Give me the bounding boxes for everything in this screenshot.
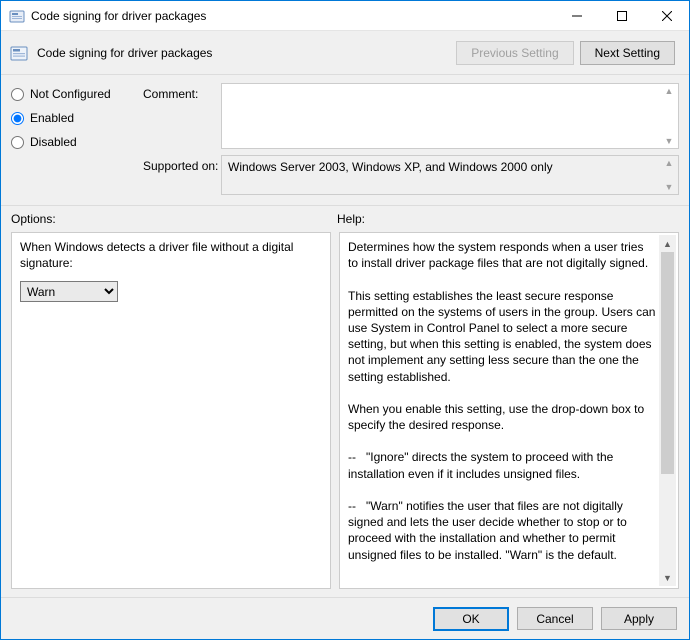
- supported-on-box: Windows Server 2003, Windows XP, and Win…: [221, 155, 679, 195]
- options-section-label: Options:: [11, 212, 337, 226]
- radio-enabled[interactable]: Enabled: [11, 111, 131, 125]
- scroll-down-icon: ▼: [665, 182, 674, 192]
- next-setting-button[interactable]: Next Setting: [580, 41, 675, 65]
- previous-setting-button: Previous Setting: [456, 41, 573, 65]
- comment-label: Comment:: [143, 83, 221, 101]
- help-panel: Determines how the system responds when …: [339, 232, 679, 589]
- titlebar: Code signing for driver packages: [1, 1, 689, 31]
- radio-disabled-input[interactable]: [11, 136, 24, 149]
- radio-enabled-input[interactable]: [11, 112, 24, 125]
- window-title: Code signing for driver packages: [31, 9, 554, 23]
- maximize-button[interactable]: [599, 1, 644, 30]
- scroll-down-icon: ▼: [665, 136, 674, 146]
- help-scrollbar[interactable]: ▲ ▼: [659, 235, 676, 586]
- subheader: Code signing for driver packages Previou…: [1, 31, 689, 75]
- scroll-thumb[interactable]: [661, 252, 674, 474]
- cancel-button[interactable]: Cancel: [517, 607, 593, 630]
- comment-scrollbar[interactable]: ▲▼: [662, 86, 676, 146]
- help-section-label: Help:: [337, 212, 679, 226]
- help-text: Determines how the system responds when …: [348, 239, 656, 582]
- minimize-button[interactable]: [554, 1, 599, 30]
- configuration-section: Not Configured Enabled Disabled Comment:…: [1, 75, 689, 206]
- comment-input[interactable]: ▲▼: [221, 83, 679, 149]
- supported-scrollbar[interactable]: ▲▼: [662, 158, 676, 192]
- policy-icon: [9, 43, 29, 63]
- section-labels: Options: Help:: [1, 206, 689, 232]
- radio-disabled[interactable]: Disabled: [11, 135, 131, 149]
- policy-editor-window: Code signing for driver packages Code si…: [0, 0, 690, 640]
- apply-button[interactable]: Apply: [601, 607, 677, 630]
- scroll-up-icon[interactable]: ▲: [659, 235, 676, 252]
- supported-label: Supported on:: [143, 155, 221, 173]
- scroll-up-icon: ▲: [665, 158, 674, 168]
- main-panels: When Windows detects a driver file witho…: [1, 232, 689, 597]
- scroll-down-icon[interactable]: ▼: [659, 569, 676, 586]
- scroll-track[interactable]: [659, 252, 676, 569]
- radio-disabled-label: Disabled: [30, 135, 77, 149]
- options-prompt: When Windows detects a driver file witho…: [20, 239, 322, 271]
- signature-response-select[interactable]: IgnoreWarnBlock: [20, 281, 118, 302]
- subheader-title: Code signing for driver packages: [37, 46, 212, 60]
- radio-not-configured[interactable]: Not Configured: [11, 87, 131, 101]
- ok-button[interactable]: OK: [433, 607, 509, 631]
- radio-not-configured-label: Not Configured: [30, 87, 111, 101]
- state-radio-group: Not Configured Enabled Disabled: [11, 83, 131, 195]
- options-panel: When Windows detects a driver file witho…: [11, 232, 331, 589]
- dialog-footer: OK Cancel Apply: [1, 597, 689, 639]
- radio-not-configured-input[interactable]: [11, 88, 24, 101]
- radio-enabled-label: Enabled: [30, 111, 74, 125]
- scroll-up-icon: ▲: [665, 86, 674, 96]
- app-icon: [9, 8, 25, 24]
- close-button[interactable]: [644, 1, 689, 30]
- supported-on-value: Windows Server 2003, Windows XP, and Win…: [228, 160, 553, 174]
